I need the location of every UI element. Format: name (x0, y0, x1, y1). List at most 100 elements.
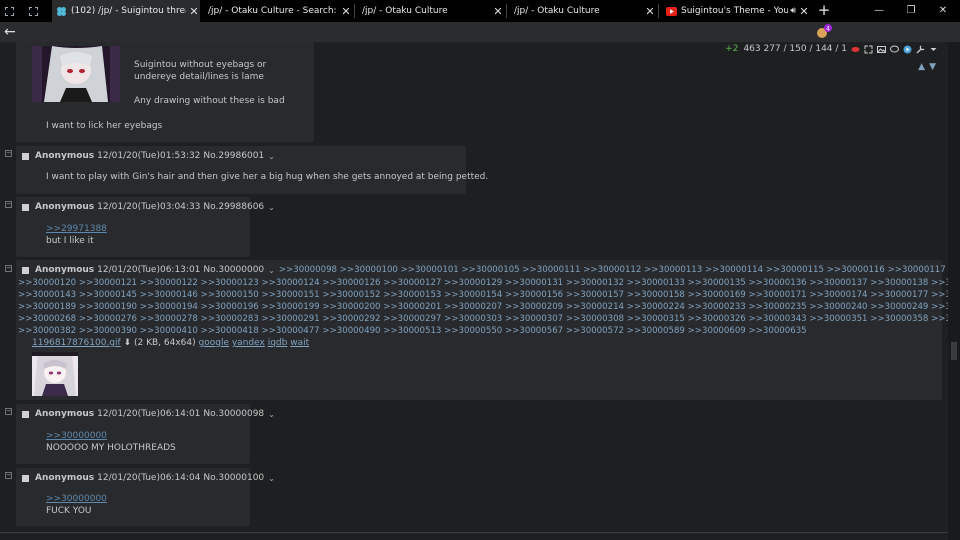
iqdb-search-link[interactable]: iqdb (268, 338, 288, 348)
post-number[interactable]: No.29986001 (203, 151, 264, 161)
minimize-button[interactable]: — (864, 0, 894, 22)
post-collapse-toggle[interactable]: − (5, 265, 12, 272)
bottom-divider (0, 532, 948, 533)
post-message-quote: >>30000000 (46, 430, 107, 442)
back-arrow-icon[interactable]: ← (4, 23, 16, 41)
backlink-line[interactable]: >>30000189 >>30000190 >>30000194 >>30000… (18, 301, 948, 313)
eye-icon[interactable] (851, 45, 860, 54)
post-reply: Anonymous 12/01/20(Tue)03:04:33 No.29988… (16, 197, 275, 257)
chevron-down-icon[interactable]: ⌄ (268, 410, 275, 419)
grid-icon (5, 6, 14, 16)
backlink-line[interactable]: >>30000143 >>30000145 >>30000146 >>30000… (18, 289, 948, 301)
post-checkbox[interactable] (22, 203, 29, 211)
image-icon[interactable] (877, 45, 886, 54)
post-text-line: Suigintou without eyebags or (134, 60, 267, 70)
tab-separator (354, 4, 355, 18)
tab-1[interactable]: /jp/ - Otaku Culture - Search: , offs ✕ (202, 0, 352, 22)
tab-4[interactable]: Suigintou's Theme - YouTube 🔊︎ ✕ (662, 0, 810, 22)
post-number[interactable]: No.30000000 (203, 265, 264, 275)
quote-link[interactable]: >>30000000 (46, 494, 107, 504)
scrollbar-thumb[interactable] (951, 342, 957, 360)
file-name-link[interactable]: 1196817876100.gif (32, 338, 121, 348)
tab-3[interactable]: /jp/ - Otaku Culture ✕ (508, 0, 656, 22)
tab-separator (658, 4, 659, 18)
post-checkbox[interactable] (22, 266, 29, 274)
maximize-button[interactable]: ❐ (896, 0, 926, 22)
tab-close-icon[interactable]: ✕ (644, 5, 656, 18)
tab-2[interactable]: /jp/ - Otaku Culture ✕ (356, 0, 504, 22)
post-collapse-toggle[interactable]: − (5, 201, 12, 208)
post-number[interactable]: No.30000098 (203, 409, 264, 419)
post-reply-highlight: Anonymous 12/01/20(Tue)06:13:01 No.30000… (16, 260, 948, 400)
post-number[interactable]: No.30000100 (203, 473, 264, 483)
new-tab-button[interactable]: + (816, 0, 832, 22)
tab-0[interactable]: (102) /jp/ - Suigintou thread p ✕ (52, 0, 200, 22)
youtube-icon (666, 6, 677, 17)
backlink-line[interactable]: >>30000268 >>30000276 >>30000278 >>30000… (18, 313, 948, 325)
wait-search-link[interactable]: wait (290, 338, 309, 348)
tab-separator (506, 4, 507, 18)
tab-title: /jp/ - Otaku Culture (362, 6, 448, 16)
play-icon[interactable] (903, 45, 912, 54)
google-search-link[interactable]: google (199, 338, 229, 348)
scroll-arrows[interactable]: ▲▼ (918, 62, 940, 72)
post-reply: Anonymous 12/01/20(Tue)01:53:32 No.29986… (16, 146, 488, 194)
tab-search-button[interactable] (4, 0, 20, 22)
wrench-icon[interactable] (916, 45, 925, 54)
chevron-down-icon[interactable] (929, 45, 938, 54)
post-info: Anonymous 12/01/20(Tue)06:13:01 No.30000… (22, 265, 948, 275)
file-meta: (2 KB, 64x64) (133, 338, 196, 348)
tab-close-icon[interactable]: ✕ (798, 5, 810, 18)
extension-badge: 4 (826, 26, 830, 33)
file-info: 1196817876100.gif ⬇ (2 KB, 64x64) google… (32, 338, 309, 348)
tab-title: (102) /jp/ - Suigintou thread p (71, 6, 186, 16)
backlink-list: >>30000120 >>30000121 >>30000122 >>30000… (18, 277, 948, 337)
backlink-line[interactable]: >>30000120 >>30000121 >>30000122 >>30000… (18, 277, 948, 289)
thread-page: +2 463 277 / 150 / 144 / 1 ▲▼ Suigintou … (0, 42, 948, 540)
post-message: but I like it (46, 236, 94, 246)
post-collapse-toggle[interactable]: − (5, 150, 12, 157)
expand-icon[interactable] (864, 45, 873, 54)
extension-icon[interactable]: 4 (816, 24, 832, 40)
post-message-quote: >>29971388 (46, 223, 107, 235)
post-info: Anonymous 12/01/20(Tue)06:14:01 No.30000… (22, 409, 275, 419)
post-reply: Anonymous 12/01/20(Tue)06:14:04 No.30000… (16, 468, 275, 526)
yandex-search-link[interactable]: yandex (232, 338, 265, 348)
post-collapse-toggle[interactable]: − (5, 472, 12, 479)
post-message: FUCK YOU (46, 506, 92, 516)
post-checkbox[interactable] (22, 410, 29, 418)
post-reply: Anonymous 12/01/20(Tue)06:14:01 No.30000… (16, 404, 275, 464)
tab-title: /jp/ - Otaku Culture - Search: , offs (208, 6, 338, 16)
tab-group-button[interactable] (28, 0, 46, 22)
chevron-down-icon[interactable]: ⌄ (268, 474, 275, 483)
backlink-line[interactable]: >>30000382 >>30000390 >>30000410 >>30000… (18, 325, 948, 337)
post-date: 12/01/20(Tue)03:04:33 (97, 202, 201, 212)
chevron-down-icon[interactable]: ⌄ (268, 203, 275, 212)
post-thumbnail-image[interactable] (32, 46, 120, 102)
poster-name: Anonymous (35, 202, 95, 212)
quote-link[interactable]: >>29971388 (46, 224, 107, 234)
post-checkbox[interactable] (22, 474, 29, 482)
post-thumbnail-image[interactable] (32, 352, 78, 396)
tab-close-icon[interactable]: ✕ (188, 5, 200, 18)
tab-close-icon[interactable]: ✕ (492, 5, 504, 18)
chat-icon[interactable] (890, 45, 899, 54)
tab-close-icon[interactable]: ✕ (340, 5, 352, 18)
thread-stats: +2 463 277 / 150 / 144 / 1 (725, 44, 938, 54)
vertical-scrollbar[interactable] (948, 42, 960, 540)
quote-link[interactable]: >>30000000 (46, 431, 107, 441)
speaker-icon[interactable]: 🔊︎ (790, 6, 796, 16)
browser-window: (102) /jp/ - Suigintou thread p ✕ /jp/ -… (0, 0, 960, 540)
post-collapse-toggle[interactable]: − (5, 408, 12, 415)
post-message-quote: >>30000000 (46, 493, 107, 505)
poster-name: Anonymous (35, 265, 95, 275)
post-message: NOOOOO MY HOLOTHREADS (46, 443, 176, 453)
close-window-button[interactable]: ✕ (928, 0, 958, 22)
post-number[interactable]: No.29988606 (203, 202, 264, 212)
download-icon[interactable]: ⬇ (124, 338, 132, 348)
chevron-down-icon[interactable]: ⌄ (268, 266, 275, 275)
backlinks[interactable]: >>30000098 >>30000100 >>30000101 >>30000… (279, 265, 948, 275)
post-checkbox[interactable] (22, 152, 29, 160)
new-posts-count: +2 (725, 44, 739, 54)
chevron-down-icon[interactable]: ⌄ (268, 152, 275, 161)
